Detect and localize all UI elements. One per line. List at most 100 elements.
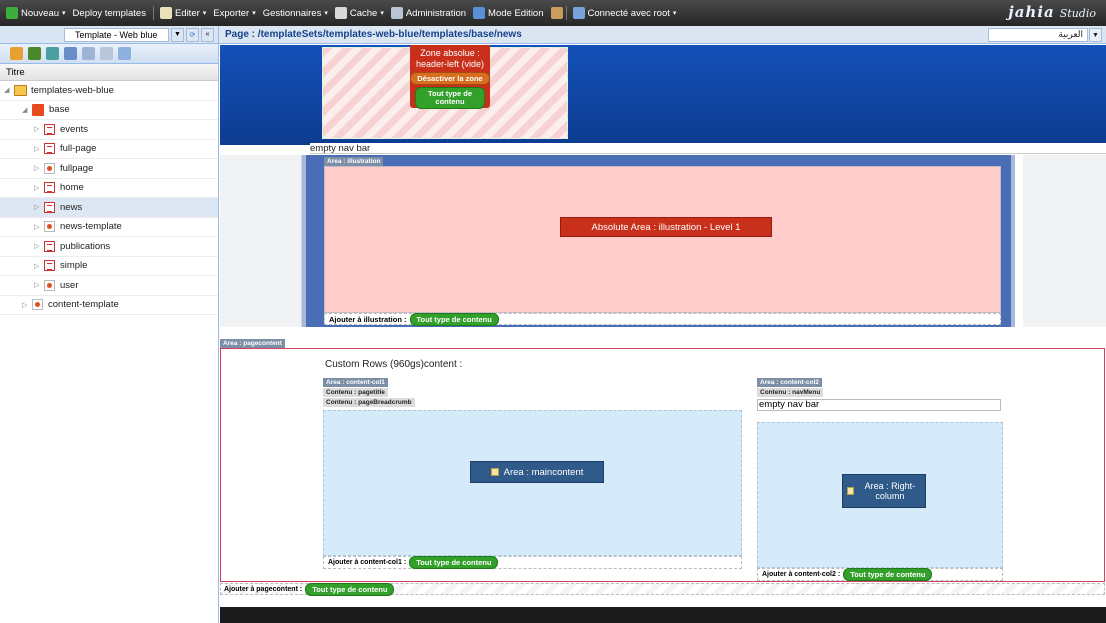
collapse-sidebar-icon[interactable]: « — [201, 27, 214, 42]
tree-item-content-template[interactable]: ▷ content-template — [0, 296, 218, 315]
right-column-area-button[interactable]: Area : Right-column — [842, 474, 926, 508]
pagetitle-content-tag[interactable]: Contenu : pagetitle — [323, 388, 388, 397]
managers-menu[interactable]: Gestionnaires ▾ — [263, 8, 328, 19]
toolbar-separator — [565, 6, 567, 20]
maincontent-area-button[interactable]: Area : maincontent — [470, 461, 604, 483]
user-menu-label: Connecté avec root — [587, 7, 670, 19]
template-icon — [44, 279, 55, 291]
tree-item-simple[interactable]: ▷ simple — [0, 257, 218, 276]
content-col1-any-content-button[interactable]: Tout type de contenu — [409, 556, 499, 569]
zone-any-content-button[interactable]: Tout type de contenu — [415, 87, 485, 109]
pagebreadcrumb-content-tag[interactable]: Contenu : pageBreadcrumb — [323, 398, 415, 407]
tree-item-base[interactable]: ◢ base — [0, 101, 218, 120]
refresh-icon[interactable]: ⟳ — [186, 27, 199, 42]
collapsed-arrow-icon[interactable]: ▷ — [34, 184, 44, 192]
tree-item-user[interactable]: ▷ user — [0, 276, 218, 296]
tree-item-home[interactable]: ▷ home — [0, 179, 218, 198]
page-icon — [44, 260, 55, 272]
tree-item-templates-web-blue[interactable]: ◢ templates-web-blue — [0, 81, 218, 101]
collapsed-arrow-icon[interactable]: ▷ — [34, 145, 44, 153]
collapsed-arrow-icon[interactable]: ▷ — [34, 125, 44, 133]
content-col1-area-tag[interactable]: Area : content-col1 — [323, 378, 388, 387]
zone-title-line2: header-left (vide) — [415, 59, 485, 69]
new-menu[interactable]: Nouveau ▾ — [6, 7, 66, 19]
collapsed-arrow-icon[interactable]: ▷ — [34, 281, 44, 289]
collapsed-arrow-icon[interactable]: ▷ — [34, 164, 44, 172]
content-col1-tags: Area : content-col1 Contenu : pagetitle … — [323, 378, 415, 407]
deploy-templates-button[interactable]: Deploy templates — [73, 8, 146, 19]
search-icon[interactable] — [118, 47, 131, 60]
language-dropdown-icon[interactable]: ▼ — [1089, 28, 1102, 42]
tree-item-news-template[interactable]: ▷ news-template — [0, 218, 218, 237]
tree-item-full-page[interactable]: ▷ full-page — [0, 140, 218, 159]
illustration-area[interactable] — [324, 166, 1001, 313]
absolute-area-illustration-button[interactable]: Absolute Area : illustration - Level 1 — [560, 217, 772, 237]
user-menu[interactable]: Connecté avec root ▾ — [572, 7, 676, 19]
tree-item-label: base — [49, 104, 70, 116]
base-template-icon — [32, 103, 44, 116]
pagecontent-area-tag[interactable]: Area : pagecontent — [220, 339, 285, 348]
template-set-select[interactable]: Template - Web blue — [64, 27, 169, 42]
template-set-icon — [14, 84, 27, 96]
content-col2-area-tag[interactable]: Area : content-col2 — [757, 378, 822, 387]
deactivate-zone-button[interactable]: Désactiver la zone — [410, 72, 490, 85]
content-col2-any-content-button[interactable]: Tout type de contenu — [843, 568, 933, 581]
pagecontent-add-bar: Ajouter à pagecontent : Tout type de con… — [220, 582, 1105, 596]
collapsed-arrow-icon[interactable]: ▷ — [34, 262, 44, 270]
collapsed-arrow-icon[interactable]: ▷ — [22, 301, 32, 309]
tree-item-label: templates-web-blue — [31, 84, 114, 96]
edit-menu[interactable]: Editer ▾ — [159, 7, 206, 19]
language-select[interactable]: العربية — [988, 28, 1088, 42]
navmenu-content-tag[interactable]: Contenu : navMenu — [757, 388, 824, 397]
cache-icon — [334, 7, 347, 19]
new-folder-icon[interactable] — [10, 47, 23, 60]
empty-nav-bar: empty nav bar — [310, 143, 1106, 154]
toolbar-separator — [152, 6, 154, 20]
content-col2-add-bar: Ajouter à content-col2 : Tout type de co… — [757, 568, 1003, 581]
tree-item-label: home — [60, 182, 84, 194]
page-header: Page : /templateSets/templates-web-blue/… — [219, 26, 1106, 44]
page-icon — [44, 123, 55, 135]
collapsed-arrow-icon[interactable]: ▷ — [34, 223, 44, 231]
collapsed-arrow-icon[interactable]: ▷ — [34, 203, 44, 211]
new-page-icon[interactable] — [28, 47, 41, 60]
tree-view-icon[interactable] — [100, 47, 113, 60]
tree-item-label: full-page — [60, 143, 97, 155]
maincontent-area[interactable]: Area : maincontent — [323, 410, 742, 556]
edit-menu-label: Editer — [174, 7, 200, 19]
export-menu-label: Exporter — [213, 7, 250, 19]
tree-item-publications[interactable]: ▷ publications — [0, 237, 218, 257]
edit-icon — [159, 7, 172, 19]
new-template-icon[interactable] — [46, 47, 59, 60]
right-column-area[interactable]: Area : Right-column — [757, 422, 1003, 568]
delete-icon[interactable] — [82, 47, 95, 60]
pagecontent-add-label: Ajouter à pagecontent : — [224, 585, 303, 593]
content-col2-tags: Area : content-col2 Contenu : navMenu — [757, 378, 824, 397]
illustration-area-tag[interactable]: Area : illustration — [324, 157, 384, 166]
jahia-studio-logo: jahia Studio — [1008, 3, 1096, 21]
administration-button[interactable]: Administration — [390, 7, 466, 19]
illustration-add-bar: Ajouter à illustration : Tout type de co… — [324, 312, 1001, 326]
tree-item-label: events — [60, 123, 88, 135]
expanded-arrow-icon[interactable]: ◢ — [22, 106, 32, 114]
collapsed-arrow-icon[interactable]: ▷ — [34, 242, 44, 250]
pagecontent-area: Custom Rows (960gs)content : Area : cont… — [220, 348, 1105, 582]
template-set-dropdown-icon[interactable]: ▼ — [171, 27, 184, 42]
tree-item-fullpage[interactable]: ▷ fullpage — [0, 159, 218, 179]
sidebar-header: Template - Web blue ▼ ⟳ « — [0, 26, 218, 44]
tree-item-label: publications — [60, 240, 111, 252]
tree-item-events[interactable]: ▷ events — [0, 120, 218, 140]
tree-item-news[interactable]: ▷ news — [0, 198, 218, 218]
edit-mode-button[interactable]: Mode Edition — [473, 7, 544, 19]
copy-icon[interactable] — [64, 47, 77, 60]
brand-name: jahia — [1008, 3, 1055, 21]
pagecontent-any-content-button[interactable]: Tout type de contenu — [305, 582, 395, 596]
template-icon — [44, 221, 55, 233]
language-value: العربية — [1058, 29, 1083, 39]
export-menu[interactable]: Exporter ▾ — [213, 8, 255, 19]
studio-icon[interactable] — [550, 7, 563, 19]
content-col1-add-label: Ajouter à content-col1 : — [328, 559, 407, 566]
expanded-arrow-icon[interactable]: ◢ — [4, 86, 14, 94]
illustration-any-content-button[interactable]: Tout type de contenu — [409, 312, 499, 326]
cache-menu[interactable]: Cache ▾ — [334, 7, 384, 19]
